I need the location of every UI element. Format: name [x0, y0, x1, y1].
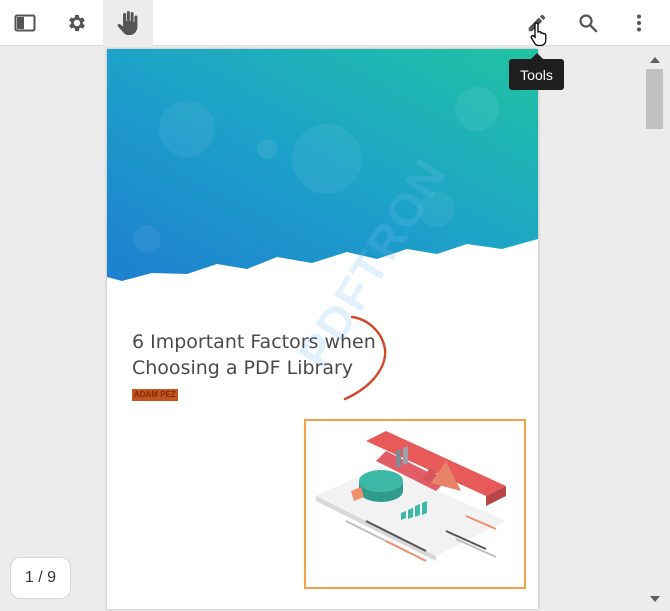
document-page: PDFTRON 6 Important Factors when Choosin… [107, 49, 538, 609]
author-label: ADAM PEZ [132, 389, 178, 401]
more-options-button[interactable] [614, 0, 664, 46]
scroll-down-arrow[interactable] [648, 592, 662, 606]
pan-tool-button[interactable] [103, 0, 153, 46]
scrollbar-thumb[interactable] [646, 69, 663, 129]
pointer-cursor-icon [530, 22, 547, 47]
scroll-up-arrow[interactable] [648, 53, 662, 67]
vertical-dots-icon [637, 14, 641, 32]
tools-tooltip: Tools [509, 53, 564, 90]
vertical-scrollbar[interactable] [640, 47, 670, 611]
illustration-frame [304, 419, 526, 589]
hand-icon [117, 11, 138, 35]
triangle-down-icon [650, 596, 660, 602]
gear-icon [69, 14, 85, 32]
isometric-dashboard-illustration [316, 431, 506, 562]
page-number-indicator[interactable]: 1 / 9 [10, 557, 71, 599]
search-button[interactable] [563, 0, 613, 46]
freehand-annotation[interactable] [327, 309, 397, 404]
sidebar-panel-icon [14, 14, 36, 32]
document-viewer[interactable]: PDFTRON 6 Important Factors when Choosin… [0, 47, 670, 611]
top-toolbar [0, 0, 670, 47]
cover-hero-graphic [107, 49, 538, 281]
panel-toggle-button[interactable] [0, 0, 50, 46]
triangle-up-icon [650, 57, 660, 63]
settings-button[interactable] [52, 0, 102, 46]
search-icon [579, 14, 598, 33]
